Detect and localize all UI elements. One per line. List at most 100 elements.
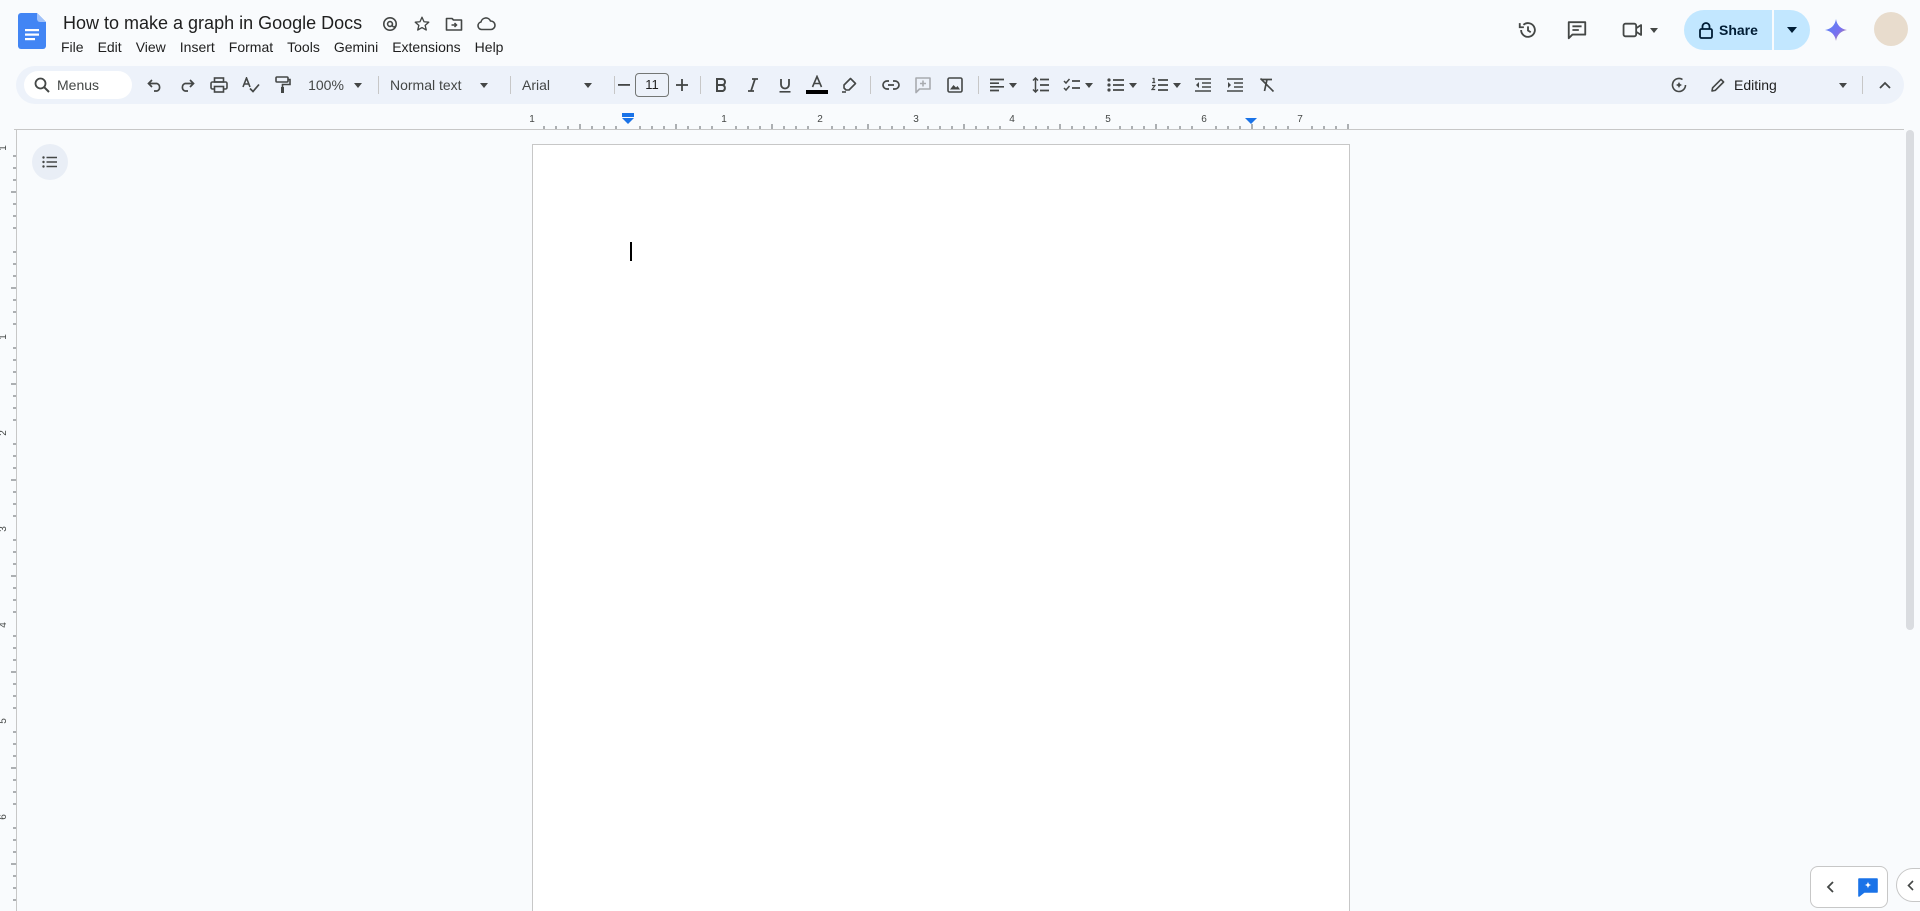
gemini-button[interactable] [1816,10,1856,50]
share-dropdown-button[interactable] [1773,10,1810,50]
vertical-ruler[interactable]: 1 1 2 3 4 5 6 [0,130,18,911]
document-title[interactable]: How to make a graph in Google Docs [61,11,364,35]
menus-search[interactable]: Menus [24,71,132,99]
account-avatar[interactable] [1874,12,1908,46]
title-icons [378,14,498,34]
gemini-chat-button[interactable] [1853,872,1883,902]
side-panel-toggle[interactable] [1896,868,1920,902]
google-docs-logo-icon[interactable] [18,13,46,49]
chevron-down-icon [1129,82,1137,88]
italic-icon [747,78,759,92]
collapse-panel-button[interactable] [1815,872,1845,902]
decrease-indent-button[interactable] [1188,66,1218,104]
checklist-icon [1063,78,1081,92]
increase-indent-icon [1226,78,1244,92]
zoom-select[interactable]: 100% [300,66,370,104]
ruler-label: 3 [913,114,919,125]
image-icon [947,77,963,93]
print-icon [210,77,228,93]
toolbar-divider [978,76,979,94]
chevron-down-icon [1009,82,1017,88]
ruler-label: 1 [721,114,727,125]
menu-tools[interactable]: Tools [280,36,327,58]
spark-refresh-icon [1670,76,1688,94]
increase-indent-button[interactable] [1220,66,1250,104]
spellcheck-icon [242,77,260,93]
numbered-list-icon [1151,77,1169,93]
decrease-indent-icon [1194,78,1212,92]
toolbar-divider [870,76,871,94]
align-button[interactable] [984,66,1022,104]
bulleted-list-button[interactable] [1102,66,1142,104]
menu-format[interactable]: Format [222,36,280,58]
star-icon[interactable] [410,14,434,34]
mention-icon[interactable] [378,14,402,34]
insert-link-button[interactable] [876,66,906,104]
insert-image-button[interactable] [940,66,970,104]
chevron-down-icon [1650,27,1658,33]
redo-icon [179,78,195,92]
spelling-button[interactable] [236,66,266,104]
comments-button[interactable] [1557,10,1597,50]
bulleted-list-icon [1107,78,1125,92]
undo-button[interactable] [140,66,170,104]
paint-format-icon [275,76,291,94]
move-folder-icon[interactable] [442,14,466,34]
text-color-button[interactable] [802,66,832,104]
toolbar-divider [378,76,379,94]
print-button[interactable] [204,66,234,104]
paint-format-button[interactable] [268,66,298,104]
plus-icon [676,79,688,91]
menu-extensions[interactable]: Extensions [385,36,467,58]
cloud-saved-icon[interactable] [474,14,498,34]
bold-icon [715,78,727,92]
highlight-color-button[interactable] [834,66,864,104]
italic-button[interactable] [738,66,768,104]
bold-button[interactable] [706,66,736,104]
chevron-down-icon [1786,27,1797,33]
ruler-label: 4 [1009,114,1015,125]
meet-button[interactable] [1615,10,1665,50]
menu-view[interactable]: View [129,36,173,58]
paragraph-style-select[interactable]: Normal text [384,66,504,104]
first-line-indent-marker[interactable] [622,113,634,117]
horizontal-ruler[interactable]: 1 1 2 3 4 5 6 7 [0,108,1920,130]
search-icon [34,77,50,93]
redo-button[interactable] [172,66,202,104]
gemini-suggestions-button[interactable] [1664,66,1694,104]
document-outline-button[interactable] [32,144,68,180]
font-size-input[interactable]: 11 [635,73,669,97]
menu-edit[interactable]: Edit [91,36,129,58]
version-history-button[interactable] [1508,10,1548,50]
underline-button[interactable] [770,66,800,104]
increase-font-size-button[interactable] [670,66,694,104]
insert-comment-button[interactable] [908,66,938,104]
decrease-font-size-button[interactable] [612,66,636,104]
menu-gemini[interactable]: Gemini [327,36,385,58]
share-button[interactable]: Share [1684,10,1772,50]
chevron-down-icon [1085,82,1093,88]
vertical-scrollbar[interactable] [1906,130,1914,630]
chat-spark-icon [1857,877,1879,897]
clear-formatting-button[interactable] [1252,66,1282,104]
hide-menus-button[interactable] [1870,66,1900,104]
lock-icon [1699,21,1713,39]
numbered-list-button[interactable] [1146,66,1186,104]
chevron-down-icon [584,82,593,88]
menu-insert[interactable]: Insert [173,36,222,58]
menu-help[interactable]: Help [468,36,511,58]
document-page[interactable] [532,144,1350,911]
ruler-label: 1 [529,114,535,125]
menu-file[interactable]: File [54,36,91,58]
checklist-button[interactable] [1058,66,1098,104]
line-spacing-button[interactable] [1026,66,1056,104]
ruler-label: 5 [1105,114,1111,125]
ruler-label: 1 [0,334,9,340]
left-indent-marker[interactable] [622,118,634,124]
font-select[interactable]: Arial [516,66,608,104]
editing-mode-select[interactable]: Editing [1702,66,1852,104]
text-color-icon [806,75,828,95]
undo-icon [147,78,163,92]
ruler-label: 6 [0,814,9,820]
right-indent-marker[interactable] [1245,118,1257,124]
